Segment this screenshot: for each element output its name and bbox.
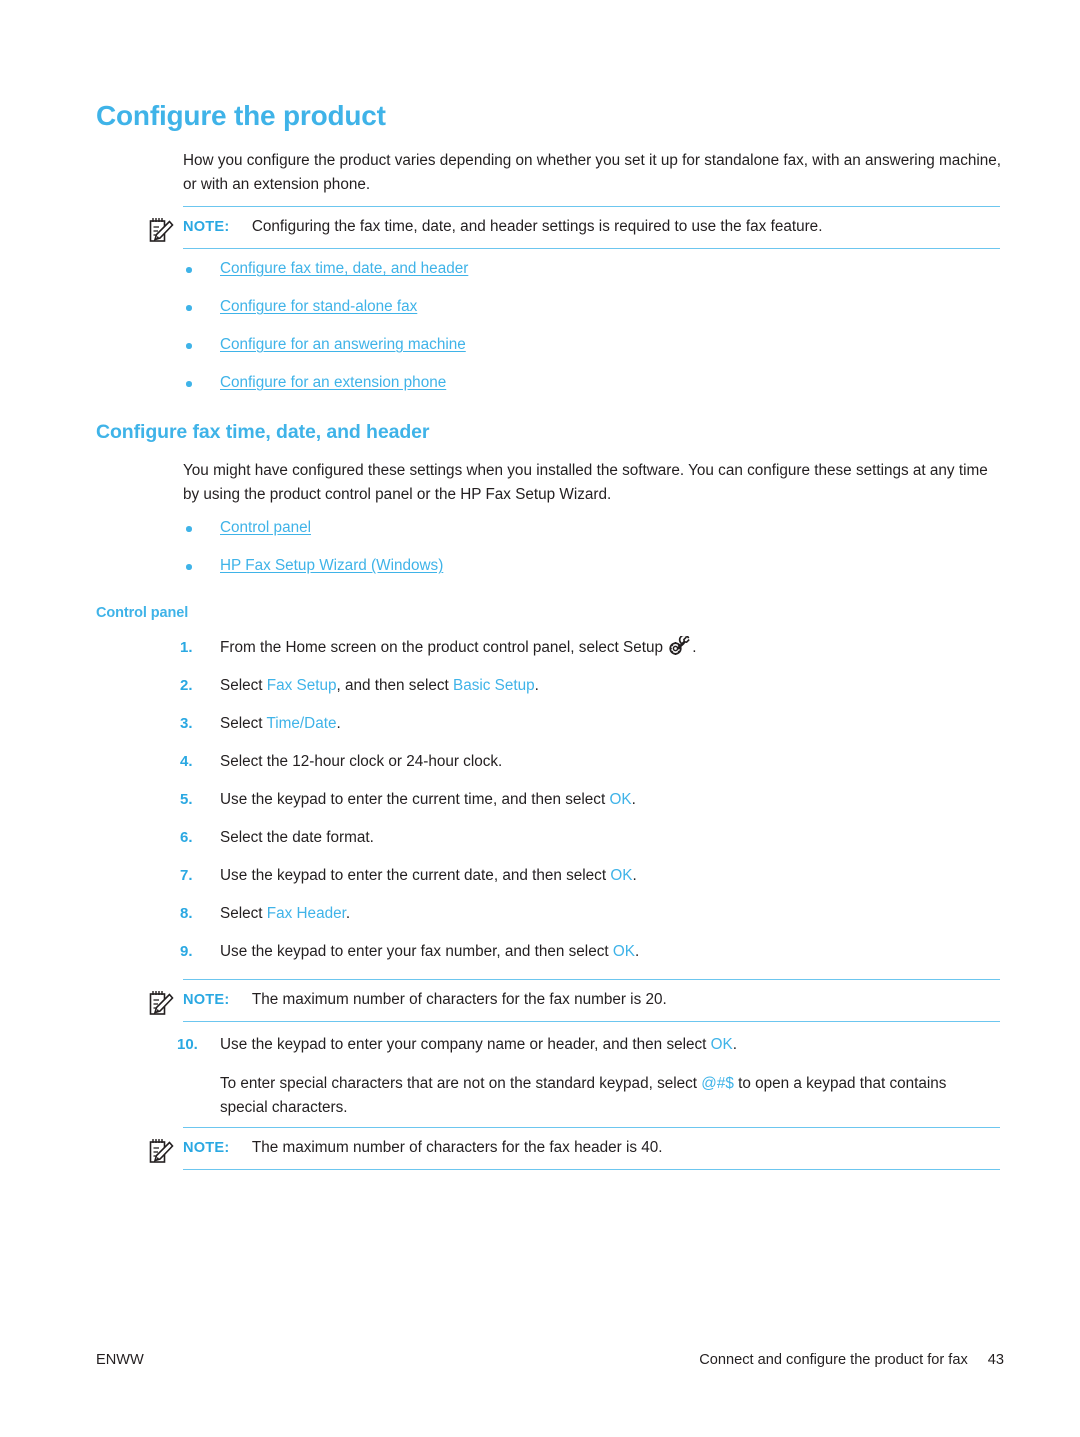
list-item[interactable]: Control panel [183,519,443,557]
list-item[interactable]: Configure fax time, date, and header [183,260,468,298]
note-text-2: The maximum number of characters for the… [251,991,667,1008]
note-label: NOTE: [183,1140,230,1156]
ui-term-ok: OK [609,791,632,808]
link-hp-fax-setup-wizard[interactable]: HP Fax Setup Wizard (Windows) [220,557,443,574]
list-item[interactable]: Configure for an extension phone [183,374,468,412]
section-heading-configure-fax-time: Configure fax time, date, and header [96,421,430,443]
ui-term-fax-header: Fax Header [266,905,346,922]
intro-paragraph: How you configure the product varies dep… [183,152,1002,193]
step-number: 8. [180,905,193,922]
bullet-icon [186,526,192,532]
step-10: 10. Use the keypad to enter your company… [177,1033,1010,1071]
step-number: 4. [180,753,193,770]
ui-term-time-date: Time/Date [266,715,337,732]
note-box-1: NOTE: Configuring the fax time, date, an… [149,206,1000,249]
note-label: NOTE: [183,219,230,235]
step-5: 5. Use the keypad to enter the current t… [180,788,1010,826]
note-text-1: Configuring the fax time, date, and head… [251,218,823,235]
step-6: 6. Select the date format. [180,826,1010,864]
link-configure-extension-phone[interactable]: Configure for an extension phone [220,374,446,391]
footer-section-title: Connect and configure the product for fa… [699,1352,968,1368]
list-item[interactable]: HP Fax Setup Wizard (Windows) [183,557,443,595]
section2-paragraph: You might have configured these settings… [183,462,988,503]
step-3: 3. Select Time/Date. [180,712,1010,750]
step-text: From the Home screen on the product cont… [220,634,697,656]
step-number: 1. [180,639,193,656]
link-configure-stand-alone-fax[interactable]: Configure for stand-alone fax [220,298,417,315]
ui-term-basic-setup: Basic Setup [453,677,535,694]
note-box-2: NOTE: The maximum number of characters f… [149,979,1000,1022]
ui-term-ok: OK [710,1036,733,1053]
note-pencil-icon [148,1137,174,1165]
bullet-icon [186,267,192,273]
step-number: 5. [180,791,193,808]
bullet-icon [186,381,192,387]
step-number: 7. [180,867,193,884]
step-4: 4. Select the 12-hour clock or 24-hour c… [180,750,1010,788]
ui-term-ok: OK [612,943,635,960]
step-text: Use the keypad to enter the current time… [220,791,636,808]
note-box-3: NOTE: The maximum number of characters f… [149,1127,1000,1170]
bullet-icon [186,343,192,349]
footer-locale-code: ENWW [96,1352,144,1368]
step-9: 9. Use the keypad to enter your fax numb… [180,940,1010,978]
step-number: 3. [180,715,193,732]
setup-gear-wrench-icon [669,634,691,656]
step-number: 2. [180,677,193,694]
step-text: Use the keypad to enter your company nam… [220,1036,738,1053]
step-text: Select Time/Date. [220,715,341,732]
footer-breadcrumb: Connect and configure the product for fa… [699,1352,1004,1368]
note-pencil-icon [148,216,174,244]
bullet-icon [186,564,192,570]
document-page: Configure the product How you configure … [0,0,1080,1437]
ui-term-special-chars: @#$ [701,1075,734,1092]
note-label: NOTE: [183,992,230,1008]
step-2: 2. Select Fax Setup, and then select Bas… [180,674,1010,712]
step-8: 8. Select Fax Header. [180,902,1010,940]
link-configure-fax-time-date-header[interactable]: Configure fax time, date, and header [220,260,468,277]
list-item[interactable]: Configure for stand-alone fax [183,298,468,336]
page-title: Configure the product [96,100,386,131]
step-text: Select the date format. [220,829,374,846]
step-text: Use the keypad to enter the current date… [220,867,637,884]
step-text: Use the keypad to enter your fax number,… [220,943,640,960]
step-10-subparagraph: To enter special characters that are not… [220,1075,947,1116]
step-number: 9. [180,943,193,960]
procedure-steps: 1. From the Home screen on the product c… [180,634,1010,978]
subheading-control-panel: Control panel [96,605,189,621]
procedure-steps-continued: 10. Use the keypad to enter your company… [177,1033,1010,1071]
link-control-panel[interactable]: Control panel [220,519,311,536]
note-text-3: The maximum number of characters for the… [251,1139,663,1156]
link-configure-answering-machine[interactable]: Configure for an answering machine [220,336,466,353]
step-text: Select Fax Setup, and then select Basic … [220,677,539,694]
step-text: Select the 12-hour clock or 24-hour cloc… [220,753,503,770]
bullet-icon [186,305,192,311]
step-number: 10. [177,1036,198,1053]
step-7: 7. Use the keypad to enter the current d… [180,864,1010,902]
step-number: 6. [180,829,193,846]
topic-link-list-1: Configure fax time, date, and header Con… [183,260,468,412]
step-text: Select Fax Header. [220,905,351,922]
list-item[interactable]: Configure for an answering machine [183,336,468,374]
ui-term-fax-setup: Fax Setup [266,677,337,694]
topic-link-list-2: Control panel HP Fax Setup Wizard (Windo… [183,519,443,595]
ui-term-ok: OK [610,867,633,884]
page-number: 43 [987,1352,1004,1368]
note-pencil-icon [148,989,174,1017]
step-1: 1. From the Home screen on the product c… [180,634,1010,674]
